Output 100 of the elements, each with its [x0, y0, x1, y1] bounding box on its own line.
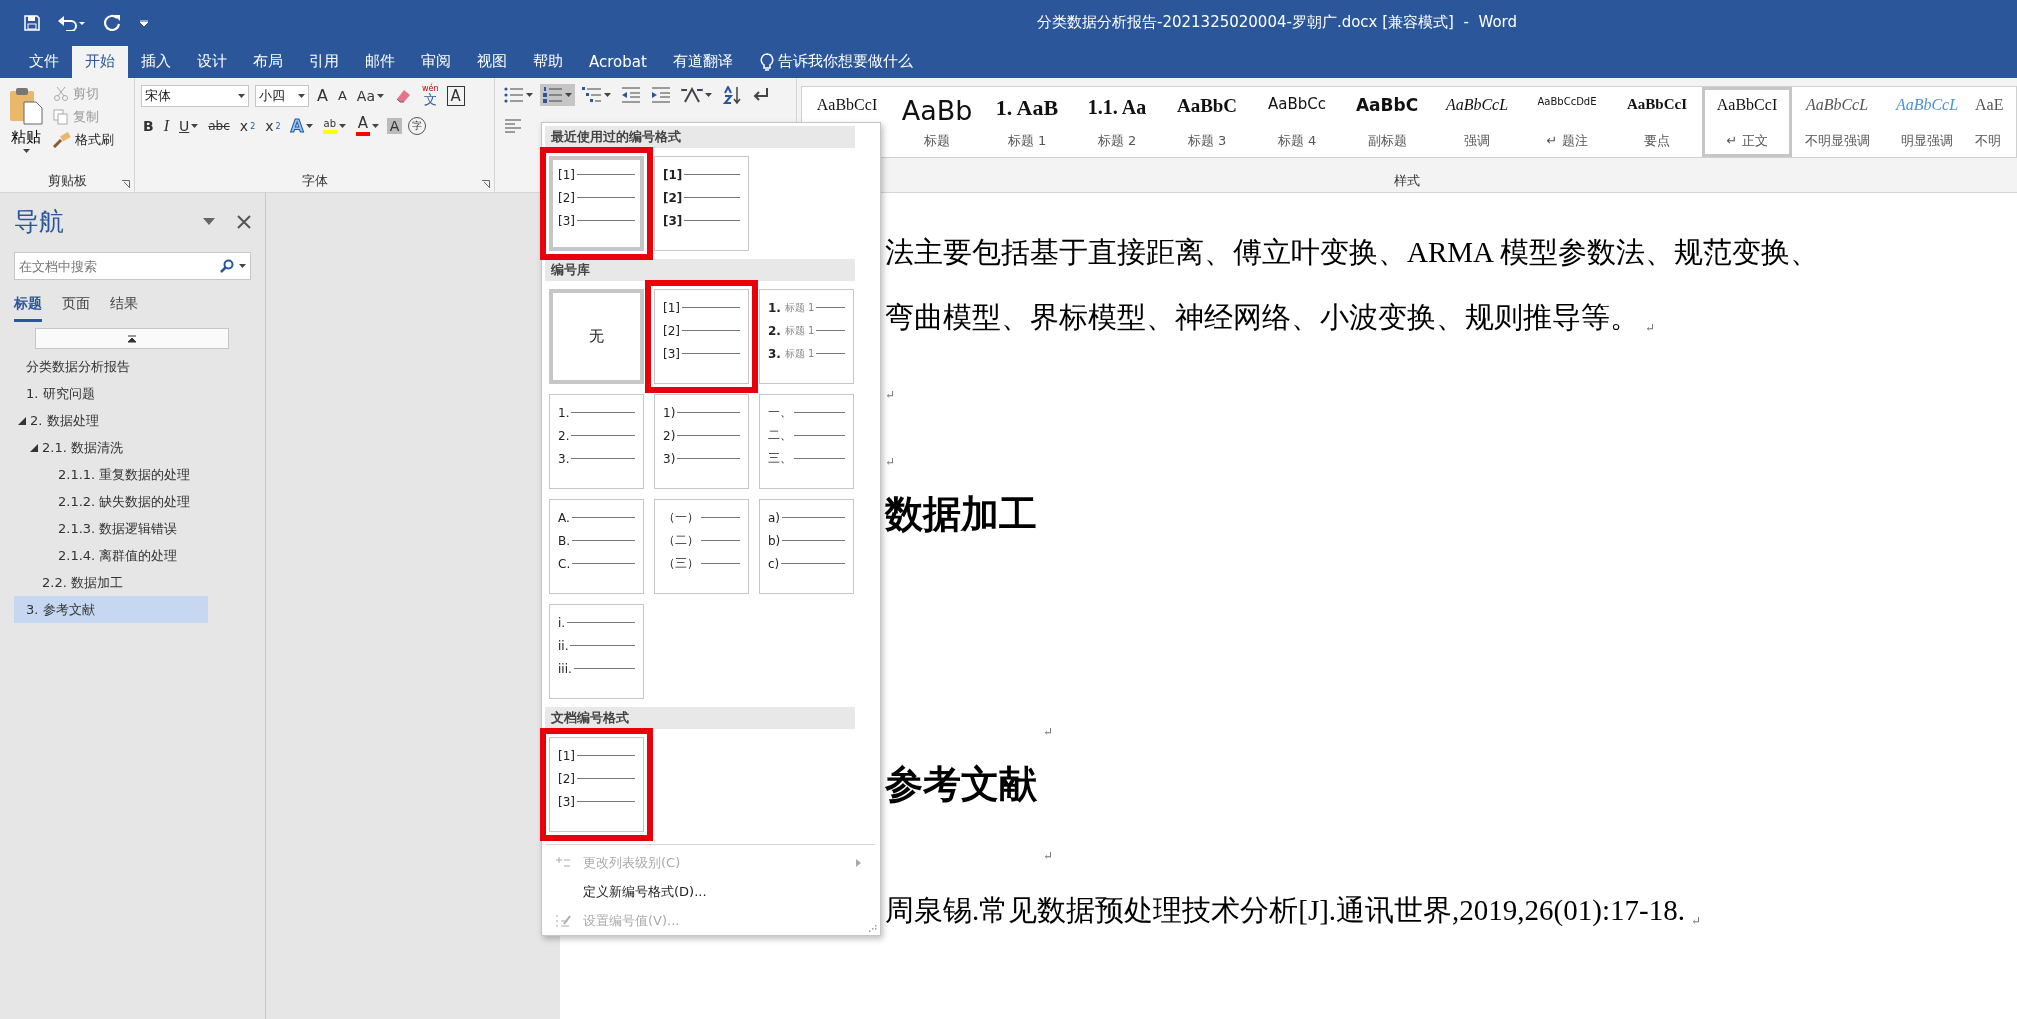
- ribbon-tab[interactable]: 邮件: [352, 46, 408, 78]
- italic-button[interactable]: I: [161, 116, 171, 136]
- underline-button[interactable]: U: [177, 117, 201, 135]
- style-preview: AaBbCcL: [1895, 96, 1959, 114]
- ribbon-tab[interactable]: 文件: [16, 46, 72, 78]
- character-shading-button[interactable]: A: [386, 118, 403, 134]
- style-item[interactable]: AaBbCcL 不明显强调: [1792, 87, 1882, 157]
- character-border-button[interactable]: A: [446, 85, 465, 106]
- numbering-option[interactable]: 1. 标题 1 2. 标题 1 3. 标题 1: [759, 289, 854, 384]
- numbering-option[interactable]: [1] [2] [3]: [654, 289, 749, 384]
- heading-item[interactable]: 2. 数据处理: [14, 407, 208, 434]
- change-case-button[interactable]: Aa: [354, 86, 386, 105]
- pane-tab[interactable]: 标题: [14, 294, 42, 322]
- sort-icon[interactable]: [722, 86, 742, 104]
- ribbon-tab[interactable]: 插入: [128, 46, 184, 78]
- list-level-icon: [555, 857, 571, 870]
- search-field[interactable]: 在文档中搜索: [14, 252, 251, 280]
- superscript-button[interactable]: x$^{2}$: [263, 117, 283, 135]
- scroll-top-icon: [127, 334, 137, 343]
- heading-item[interactable]: 1. 研究问题: [14, 380, 208, 407]
- heading-item[interactable]: 2.1.3. 数据逻辑错误: [14, 515, 208, 542]
- paragraph-mark: ↵: [1690, 914, 1701, 929]
- ribbon-tab[interactable]: 视图: [464, 46, 520, 78]
- heading-item[interactable]: 2.1.2. 缺失数据的处理: [14, 488, 208, 515]
- layout-arrows-icon[interactable]: [681, 86, 703, 104]
- ribbon-tab[interactable]: 有道翻译: [659, 46, 746, 78]
- font-color-button[interactable]: A: [353, 115, 381, 137]
- painter-button[interactable]: 格式刷: [52, 130, 115, 150]
- bullets-icon[interactable]: [504, 86, 524, 104]
- ribbon-tab[interactable]: 引用: [296, 46, 352, 78]
- numbering-option[interactable]: 一、 二、 三、: [759, 394, 854, 489]
- phonetic-guide-button[interactable]: wén 文: [420, 84, 441, 107]
- style-name: 强调: [1464, 132, 1490, 150]
- style-item[interactable]: AaBbCcL 强调: [1432, 87, 1522, 157]
- style-item[interactable]: AaBbCcI ↵ 正文: [1702, 87, 1792, 157]
- ribbon-tab[interactable]: 设计: [184, 46, 240, 78]
- multilevel-list-icon[interactable]: [582, 86, 602, 104]
- paragraph-mark: ↵: [1645, 321, 1656, 336]
- expander-icon[interactable]: [29, 442, 39, 453]
- style-item[interactable]: AaBb 标题: [892, 87, 982, 157]
- style-name: ↵ 正文: [1726, 132, 1768, 150]
- style-item[interactable]: AaE 不明: [1972, 87, 2012, 157]
- font-size-field[interactable]: 小四: [255, 84, 309, 107]
- grow-font-button[interactable]: A: [315, 85, 330, 106]
- style-item[interactable]: AaBbCcL 明显强调: [1882, 87, 1972, 157]
- redo-icon[interactable]: [104, 13, 122, 32]
- heading-item[interactable]: 2.1.4. 离群值的处理: [14, 542, 208, 569]
- style-item[interactable]: AaBbC 标题 3: [1162, 87, 1252, 157]
- highlight-button[interactable]: ab: [320, 117, 348, 135]
- ribbon-tab[interactable]: 帮助: [520, 46, 576, 78]
- numbering-option[interactable]: [1] [2] [3]: [549, 156, 644, 251]
- dialog-launcher-icon[interactable]: [482, 180, 490, 188]
- save-icon[interactable]: [24, 14, 40, 31]
- pane-tab[interactable]: 结果: [110, 294, 138, 322]
- numbering-option[interactable]: （一） （二） （三）: [654, 499, 749, 594]
- dialog-launcher-icon[interactable]: [122, 180, 130, 188]
- ribbon-tab[interactable]: 开始: [72, 46, 128, 78]
- customize-icon[interactable]: [140, 19, 148, 26]
- heading-item[interactable]: 3. 参考文献: [14, 596, 208, 623]
- numbering-option[interactable]: A. B. C.: [549, 499, 644, 594]
- decrease-indent-icon[interactable]: [621, 86, 641, 104]
- style-item[interactable]: AaBbC 副标题: [1342, 87, 1432, 157]
- heading-item[interactable]: 2.2. 数据加工: [14, 569, 208, 596]
- increase-indent-icon[interactable]: [651, 86, 671, 104]
- heading-item[interactable]: 2.1. 数据清洗: [14, 434, 208, 461]
- heading-item[interactable]: 2.1.1. 重复数据的处理: [14, 461, 208, 488]
- numbering-option[interactable]: 1. 2. 3.: [549, 394, 644, 489]
- paste-button[interactable]: 粘贴: [6, 84, 46, 192]
- pane-tab[interactable]: 页面: [62, 294, 90, 322]
- expander-icon[interactable]: [17, 415, 27, 426]
- ribbon-tab[interactable]: 审阅: [408, 46, 464, 78]
- numbering-option[interactable]: 无: [549, 289, 644, 384]
- menu-item[interactable]: 定义新编号格式(D)...: [545, 877, 873, 907]
- tell-me-field[interactable]: 告诉我你想要做什么: [759, 52, 913, 78]
- dropdown-icon[interactable]: [203, 218, 215, 225]
- font-name-field[interactable]: 宋体: [141, 84, 249, 107]
- window-title: 分类数据分析报告-2021325020004-罗朝广.docx [兼容模式] - Word: [1037, 13, 1517, 32]
- style-item[interactable]: 1. AaB 标题 1: [982, 87, 1072, 157]
- style-item[interactable]: AaBbCcDdE ↵ 题注: [1522, 87, 1612, 157]
- strikethrough-button[interactable]: abc: [206, 118, 232, 134]
- undo-icon[interactable]: [58, 14, 86, 31]
- search-icon[interactable]: [220, 259, 234, 273]
- style-item[interactable]: AaBbCc 标题 4: [1252, 87, 1342, 157]
- numbering-option[interactable]: a) b) c): [759, 499, 854, 594]
- style-item[interactable]: 1.1. Aa 标题 2: [1072, 87, 1162, 157]
- ribbon-tab[interactable]: Acrobat: [576, 47, 660, 78]
- shrink-font-button[interactable]: A: [335, 87, 349, 104]
- style-item[interactable]: AaBbCcI 要点: [1612, 87, 1702, 157]
- bold-button[interactable]: B: [141, 117, 156, 135]
- caret-icon[interactable]: [239, 264, 246, 268]
- numbering-option[interactable]: 1) 2) 3): [654, 394, 749, 489]
- numbering-option[interactable]: i. ii. iii.: [549, 604, 644, 699]
- heading-item[interactable]: 分类数据分析报告: [14, 353, 208, 380]
- group-label: 样式: [1393, 172, 1421, 190]
- resize-grip-icon[interactable]: [869, 924, 877, 932]
- clipboard-icon: [8, 86, 44, 126]
- numbering-icon[interactable]: [543, 86, 563, 104]
- ribbon-tab[interactable]: 布局: [240, 46, 296, 78]
- numbering-option[interactable]: [1] [2] [3]: [654, 156, 749, 251]
- numbering-option[interactable]: [1] [2] [3]: [549, 737, 644, 832]
